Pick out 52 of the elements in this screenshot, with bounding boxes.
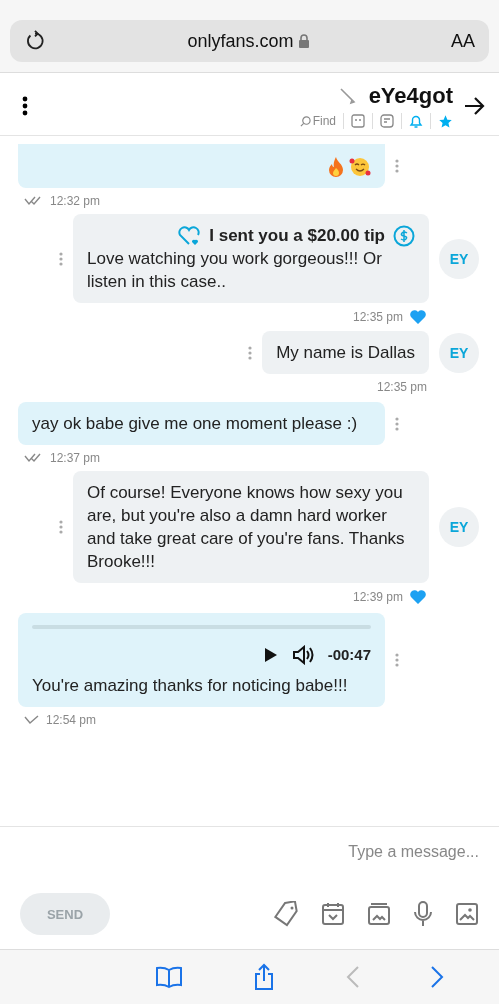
dollar-coin-icon <box>393 224 415 247</box>
heart-icon[interactable] <box>409 309 427 325</box>
url-text: onlyfans.com <box>187 30 294 52</box>
message-bubble: -00:47 You're amazing thanks for noticing babe!!! <box>18 613 385 707</box>
text-size-button[interactable]: AA <box>450 30 475 52</box>
more-icon[interactable] <box>22 96 28 116</box>
contact-name: eYe4got <box>368 83 453 109</box>
bookmarks-icon[interactable] <box>155 965 184 989</box>
audio-duration: -00:47 <box>327 645 371 665</box>
message-bubble: Of course! Everyone knows how sexy you are, but you're also a damn hard worker and take great care of you're fans. Thanks Brooke!!! <box>73 471 429 583</box>
tip-message-bubble: I sent you a $20.00 tip Love watching you work gorgeous!!! Or listen in this case.. <box>73 214 429 303</box>
price-tag-icon[interactable] <box>273 901 299 927</box>
bell-icon[interactable] <box>409 113 423 129</box>
note-icon[interactable] <box>380 114 394 128</box>
play-icon[interactable] <box>263 646 278 663</box>
message-time: 12:32 pm <box>50 194 101 208</box>
lock-icon <box>297 34 310 48</box>
message-time: 12:54 pm <box>46 713 97 727</box>
message-bubble: yay ok babe give me one moment please :) <box>18 402 385 445</box>
heart-icon[interactable] <box>409 589 427 605</box>
back-arrow-icon[interactable] <box>463 96 485 116</box>
speaker-icon[interactable] <box>291 644 314 665</box>
star-icon[interactable] <box>438 113 453 129</box>
message-input[interactable]: Type a message... <box>20 837 479 867</box>
chevron-left-icon[interactable] <box>345 965 360 989</box>
calendar-icon[interactable] <box>321 902 345 926</box>
avatar[interactable]: EY <box>439 332 479 373</box>
share-icon[interactable] <box>253 963 276 991</box>
tip-text: I sent you a $20.00 tip <box>209 225 385 247</box>
message-menu-icon[interactable] <box>395 159 399 173</box>
smiling-face-icon <box>349 156 371 178</box>
chevron-right-icon[interactable] <box>429 965 444 989</box>
message-menu-icon[interactable] <box>395 416 399 431</box>
find-button[interactable]: Find <box>299 114 336 128</box>
message-menu-icon[interactable] <box>59 251 63 266</box>
message-menu-icon[interactable] <box>395 653 399 667</box>
avatar[interactable]: EY <box>439 507 479 547</box>
message-menu-icon[interactable] <box>248 345 253 360</box>
message-bubble: My name is Dallas <box>262 331 429 374</box>
message-time: 12:35 pm <box>352 310 403 324</box>
gallery-icon[interactable] <box>367 902 391 926</box>
message-time: 12:35 pm <box>376 380 427 394</box>
message-time: 12:37 pm <box>50 451 101 465</box>
heart-outline-icon <box>177 225 202 246</box>
message-menu-icon[interactable] <box>59 520 63 534</box>
fire-icon <box>326 156 346 178</box>
microphone-icon[interactable] <box>413 901 433 927</box>
search-icon <box>299 115 311 127</box>
message-time: 12:39 pm <box>352 590 403 604</box>
avatar[interactable]: EY <box>439 238 479 279</box>
address-bar[interactable]: onlyfans.com AA <box>10 20 489 62</box>
reload-icon[interactable] <box>24 30 46 52</box>
